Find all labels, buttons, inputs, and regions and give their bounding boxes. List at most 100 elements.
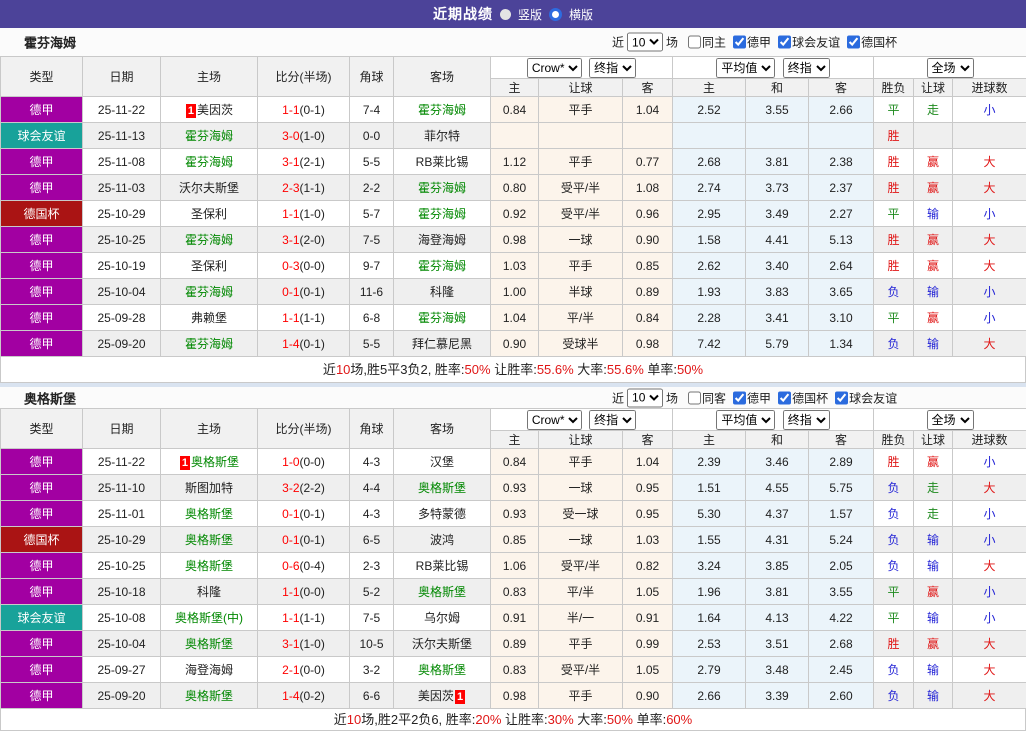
scope-select[interactable]: 全场 bbox=[927, 58, 974, 78]
team-name-link[interactable]: 科隆 bbox=[430, 285, 454, 299]
team-name-link[interactable]: 圣保利 bbox=[191, 259, 227, 273]
summary-segment: 55.6% bbox=[537, 362, 574, 377]
odds-handicap-cell: 平手 bbox=[539, 253, 623, 279]
team-name-link[interactable]: 霍芬海姆 bbox=[185, 233, 233, 247]
avg-type-select[interactable]: 终指 bbox=[783, 58, 830, 78]
col-header-corners: 角球 bbox=[350, 409, 394, 449]
team-section-augsburg: 奥格斯堡 近 10 场 同客 德甲 德国杯 球会友谊 bbox=[0, 387, 1026, 731]
odds-source-select[interactable]: Crow* bbox=[527, 410, 582, 430]
summary-segment: 大率: bbox=[574, 362, 607, 377]
team-name-link[interactable]: 奥格斯堡 bbox=[191, 455, 239, 469]
corners-cell: 6-6 bbox=[350, 683, 394, 709]
avg-source-select[interactable]: 平均值 bbox=[716, 58, 775, 78]
match-date-cell: 25-09-20 bbox=[83, 331, 161, 357]
team-name: 奥格斯堡 bbox=[24, 388, 76, 407]
competition-type-cell: 德甲 bbox=[1, 279, 83, 305]
odds-type-select[interactable]: 终指 bbox=[589, 58, 636, 78]
team-name-link[interactable]: 美因茨 bbox=[418, 689, 454, 703]
result-handicap-cell: 输 bbox=[914, 279, 953, 305]
team-name-link[interactable]: 海登海姆 bbox=[418, 233, 466, 247]
team-name-link[interactable]: 霍芬海姆 bbox=[185, 155, 233, 169]
team-name-link[interactable]: 拜仁慕尼黑 bbox=[412, 337, 472, 351]
col-header-odds-handicap: 让球 bbox=[539, 79, 623, 97]
scope-select[interactable]: 全场 bbox=[927, 410, 974, 430]
odds-away-cell bbox=[623, 123, 673, 149]
team-name-link[interactable]: 霍芬海姆 bbox=[418, 181, 466, 195]
team-name-link[interactable]: 奥格斯堡(中) bbox=[175, 611, 243, 625]
team-name-link[interactable]: 奥格斯堡 bbox=[185, 507, 233, 521]
same-venue-label: 同客 bbox=[702, 389, 726, 406]
team-name-link[interactable]: RB莱比锡 bbox=[416, 559, 469, 573]
team-name-link[interactable]: 波鸿 bbox=[430, 533, 454, 547]
odds-home-cell: 1.03 bbox=[491, 253, 539, 279]
odds-source-select[interactable]: Crow* bbox=[527, 58, 582, 78]
corners-cell: 7-5 bbox=[350, 605, 394, 631]
summary-segment: 50% bbox=[465, 362, 491, 377]
team-name-link[interactable]: 海登海姆 bbox=[185, 663, 233, 677]
summary-segment: 场,胜5平3负2, 胜率: bbox=[350, 362, 464, 377]
layout-radio-horizontal-label[interactable]: 横版 bbox=[569, 6, 593, 23]
team-name-link[interactable]: RB莱比锡 bbox=[416, 155, 469, 169]
competition-type-cell: 德甲 bbox=[1, 683, 83, 709]
summary-segment: 20% bbox=[475, 712, 501, 727]
team-name-link[interactable]: 弗赖堡 bbox=[191, 311, 227, 325]
team-name-link[interactable]: 多特蒙德 bbox=[418, 507, 466, 521]
team-name-link[interactable]: 斯图加特 bbox=[185, 481, 233, 495]
result-goals-cell: 小 bbox=[953, 605, 1026, 631]
team-name-link[interactable]: 奥格斯堡 bbox=[418, 585, 466, 599]
match-date-cell: 25-10-19 bbox=[83, 253, 161, 279]
corners-cell: 5-5 bbox=[350, 331, 394, 357]
result-handicap-cell: 赢 bbox=[914, 579, 953, 605]
avg-away-cell: 3.55 bbox=[809, 579, 874, 605]
team-name-link[interactable]: 霍芬海姆 bbox=[418, 103, 466, 117]
result-wdl-cell: 平 bbox=[874, 579, 914, 605]
odds-home-cell: 1.06 bbox=[491, 553, 539, 579]
team-name-link[interactable]: 汉堡 bbox=[430, 455, 454, 469]
odds-type-select[interactable]: 终指 bbox=[589, 410, 636, 430]
avg-source-select[interactable]: 平均值 bbox=[716, 410, 775, 430]
team-name-link[interactable]: 奥格斯堡 bbox=[185, 533, 233, 547]
team-name-link[interactable]: 霍芬海姆 bbox=[418, 311, 466, 325]
team-name-link[interactable]: 乌尔姆 bbox=[424, 611, 460, 625]
same-venue-checkbox[interactable] bbox=[688, 36, 701, 49]
competition-checkbox-2[interactable] bbox=[778, 36, 791, 49]
same-venue-checkbox[interactable] bbox=[688, 391, 701, 404]
competition-checkbox-1[interactable] bbox=[733, 391, 746, 404]
team-name-link[interactable]: 奥格斯堡 bbox=[418, 481, 466, 495]
team-name-link[interactable]: 菲尔特 bbox=[424, 129, 460, 143]
team-name-link[interactable]: 霍芬海姆 bbox=[185, 129, 233, 143]
team-name-link[interactable]: 美因茨 bbox=[197, 103, 233, 117]
avg-type-select[interactable]: 终指 bbox=[783, 410, 830, 430]
recent-count-select[interactable]: 10 bbox=[627, 388, 663, 407]
competition-checkbox-1[interactable] bbox=[733, 36, 746, 49]
competition-checkbox-3[interactable] bbox=[847, 36, 860, 49]
match-row: 德甲25-09-20奥格斯堡1-4(0-2)6-6美因茨10.98平手0.902… bbox=[1, 683, 1026, 709]
team-name-link[interactable]: 科隆 bbox=[197, 585, 221, 599]
team-name-link[interactable]: 奥格斯堡 bbox=[185, 689, 233, 703]
team-name-link[interactable]: 霍芬海姆 bbox=[418, 259, 466, 273]
competition-checkbox-2[interactable] bbox=[778, 391, 791, 404]
team-name-link[interactable]: 霍芬海姆 bbox=[418, 207, 466, 221]
team-name-link[interactable]: 霍芬海姆 bbox=[185, 285, 233, 299]
result-wdl-cell: 平 bbox=[874, 305, 914, 331]
result-wdl-cell: 负 bbox=[874, 501, 914, 527]
score-cell: 2-1(0-0) bbox=[258, 657, 350, 683]
team-name-link[interactable]: 奥格斯堡 bbox=[418, 663, 466, 677]
team-name-link[interactable]: 圣保利 bbox=[191, 207, 227, 221]
layout-radio-horizontal[interactable] bbox=[549, 8, 562, 21]
team-name-link[interactable]: 奥格斯堡 bbox=[185, 559, 233, 573]
team-name-link[interactable]: 沃尔夫斯堡 bbox=[179, 181, 239, 195]
team-name-link[interactable]: 沃尔夫斯堡 bbox=[412, 637, 472, 651]
team-name-link[interactable]: 霍芬海姆 bbox=[185, 337, 233, 351]
odds-away-cell: 1.05 bbox=[623, 579, 673, 605]
away-team-cell: 汉堡 bbox=[394, 449, 491, 475]
result-goals-cell: 大 bbox=[953, 475, 1026, 501]
result-wdl-cell: 平 bbox=[874, 97, 914, 123]
competition-checkbox-3[interactable] bbox=[835, 391, 848, 404]
odds-handicap-cell: 一球 bbox=[539, 527, 623, 553]
team-name-link[interactable]: 奥格斯堡 bbox=[185, 637, 233, 651]
recent-count-select[interactable]: 10 bbox=[627, 33, 663, 52]
layout-radio-vertical[interactable] bbox=[500, 9, 511, 20]
match-row: 德甲25-11-01奥格斯堡0-1(0-1)4-3多特蒙德0.93受一球0.95… bbox=[1, 501, 1026, 527]
layout-radio-vertical-label[interactable]: 竖版 bbox=[518, 6, 542, 23]
